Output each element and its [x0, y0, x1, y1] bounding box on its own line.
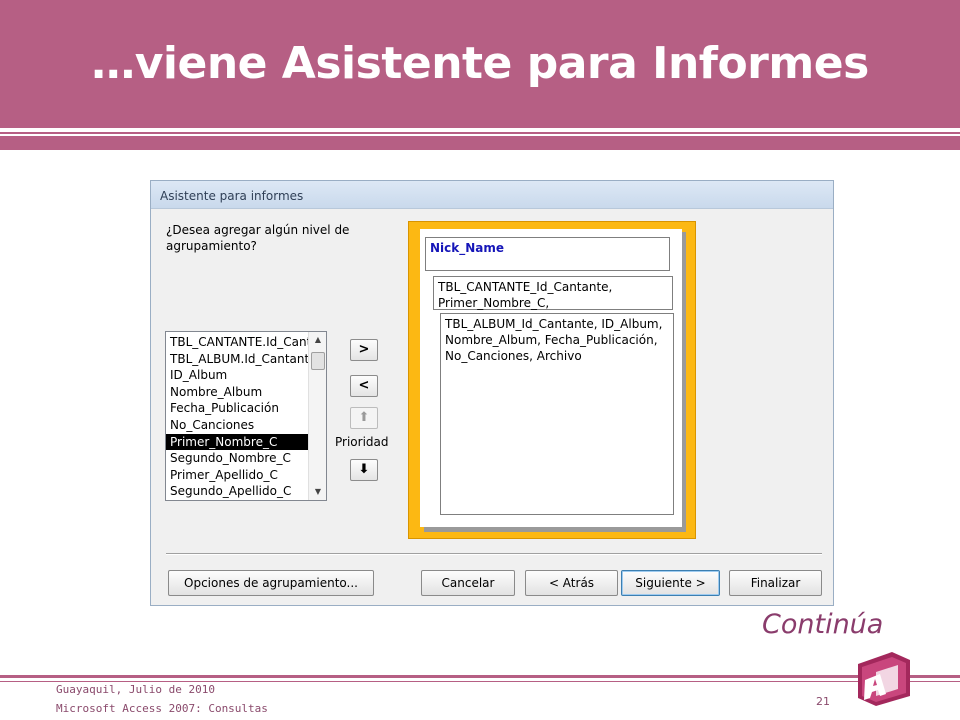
- dialog-titlebar[interactable]: Asistente para informes: [151, 181, 833, 209]
- scroll-down-icon[interactable]: ▼: [310, 484, 326, 500]
- scroll-up-icon[interactable]: ▲: [310, 332, 326, 348]
- report-wizard-dialog: Asistente para informes ¿Desea agregar a…: [150, 180, 834, 606]
- grouping-preview: Nick_Name TBL_CANTANTE_Id_Cantante, Prim…: [408, 221, 696, 539]
- field-list-item[interactable]: Primer_Nombre_C: [166, 433, 308, 451]
- footer-divider: [0, 675, 960, 678]
- header-band-lower: [0, 136, 960, 150]
- field-list-item[interactable]: Segundo_Apellido_C: [166, 483, 308, 500]
- preview-page: Nick_Name TBL_CANTANTE_Id_Cantante, Prim…: [420, 229, 682, 527]
- back-button[interactable]: < Atrás: [525, 570, 618, 596]
- header-divider: [0, 132, 960, 134]
- field-list-item[interactable]: Nombre_Album: [166, 384, 308, 401]
- priority-up-button[interactable]: ⬆: [350, 407, 378, 429]
- access-logo-icon: [858, 652, 910, 706]
- footer-course-title: Microsoft Access 2007: Consultas: [56, 702, 268, 715]
- priority-down-button[interactable]: ⬇: [350, 459, 378, 481]
- field-list-item[interactable]: Primer_Apellido_C: [166, 467, 308, 484]
- grouping-options-button[interactable]: Opciones de agrupamiento...: [168, 570, 374, 596]
- arrow-up-icon: ⬆: [358, 410, 370, 425]
- preview-group-level-2: TBL_CANTANTE_Id_Cantante, Primer_Nombre_…: [433, 276, 673, 310]
- field-list-scrollbar[interactable]: ▲ ▼: [308, 332, 326, 500]
- preview-detail-fields: TBL_ALBUM_Id_Cantante, ID_Album, Nombre_…: [440, 313, 674, 515]
- next-button[interactable]: Siguiente >: [621, 570, 720, 596]
- finish-button[interactable]: Finalizar: [729, 570, 822, 596]
- field-list-item[interactable]: ID_Album: [166, 367, 308, 384]
- preview-group-level-1: Nick_Name: [425, 237, 670, 271]
- continue-link[interactable]: Continúa: [762, 609, 883, 640]
- add-grouping-button[interactable]: >: [350, 339, 378, 361]
- footer-divider-thin: [0, 681, 960, 682]
- field-list-item[interactable]: Segundo_Nombre_C: [166, 450, 308, 467]
- priority-label: Prioridad: [335, 435, 389, 449]
- grouping-question: ¿Desea agregar algún nivel de agrupamien…: [166, 223, 350, 253]
- field-list-item[interactable]: TBL_CANTANTE.Id_Cantante: [166, 334, 308, 351]
- page-number: 21: [816, 695, 830, 708]
- field-list-item[interactable]: No_Canciones: [166, 417, 308, 434]
- scroll-thumb[interactable]: [311, 352, 325, 370]
- field-list-item[interactable]: Fecha_Publicación: [166, 400, 308, 417]
- field-list-item[interactable]: TBL_ALBUM.Id_Cantante: [166, 351, 308, 368]
- remove-grouping-button[interactable]: <: [350, 375, 378, 397]
- cancel-button[interactable]: Cancelar: [421, 570, 515, 596]
- slide-title: …viene Asistente para Informes: [91, 38, 869, 89]
- button-separator: [166, 553, 822, 555]
- field-list[interactable]: TBL_CANTANTE.Id_CantanteTBL_ALBUM.Id_Can…: [165, 331, 327, 501]
- footer-location-date: Guayaquil, Julio de 2010: [56, 683, 215, 696]
- dialog-title: Asistente para informes: [160, 189, 304, 203]
- arrow-down-icon: ⬇: [358, 462, 370, 477]
